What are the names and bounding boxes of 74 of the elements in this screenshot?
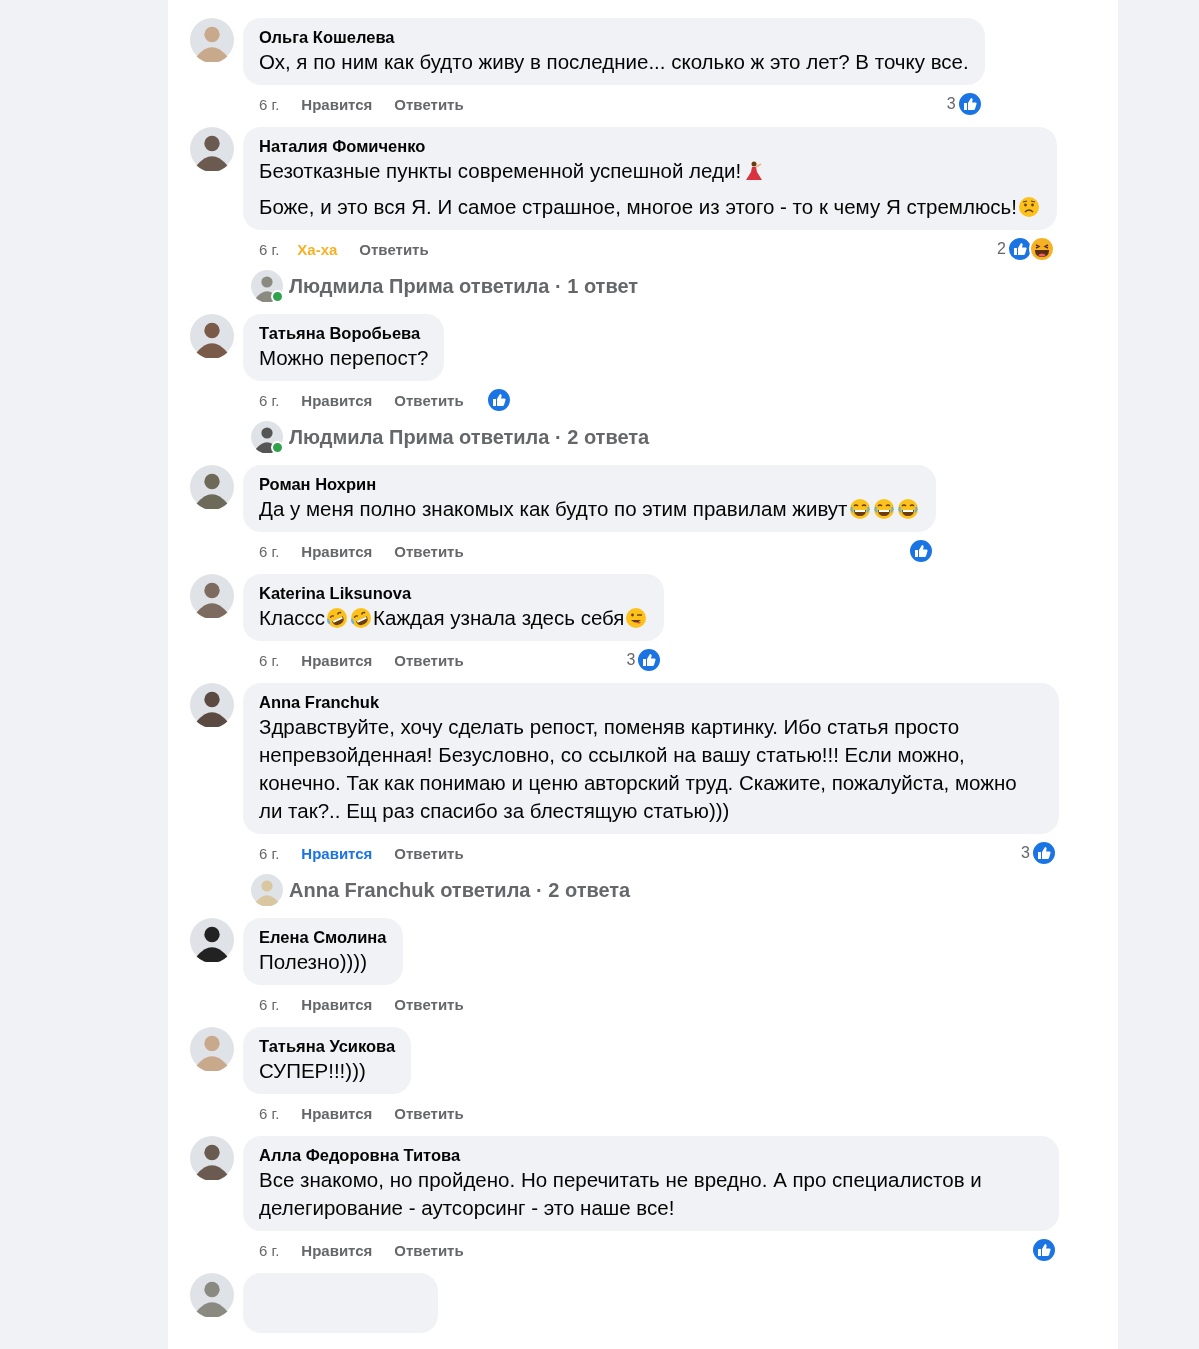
- comment-text: Ох, я по ним как будто живу в последние... сколько ж это лет? В точку все.: [259, 50, 969, 73]
- reaction-count[interactable]: 3: [946, 95, 956, 113]
- commenter-name[interactable]: Роман Нохрин: [259, 474, 920, 494]
- reply-link[interactable]: Ответить: [394, 1241, 464, 1259]
- like-icon: [485, 387, 512, 413]
- avatar[interactable]: [190, 314, 234, 358]
- avatar[interactable]: [190, 918, 234, 962]
- like-link[interactable]: Нравится: [301, 95, 373, 113]
- like-icon: [907, 538, 934, 564]
- comment-text: Классс: [259, 606, 326, 629]
- worried-emoji-icon: [1017, 196, 1040, 218]
- timestamp[interactable]: 6 г.: [259, 1104, 280, 1122]
- reaction-count[interactable]: 3: [626, 651, 636, 669]
- timestamp[interactable]: 6 г.: [259, 542, 280, 560]
- comment-text: Да у меня полно знакомых как будто по этим правилам живут: [259, 497, 848, 520]
- comment-text: СУПЕР!!!))): [259, 1059, 366, 1082]
- replies-link[interactable]: Anna Franchuk ответила · 2 ответа: [289, 878, 631, 902]
- like-link[interactable]: Нравится: [301, 1241, 373, 1259]
- reply-link[interactable]: Ответить: [359, 240, 429, 258]
- commenter-name[interactable]: Katerina Liksunova: [259, 583, 649, 603]
- reply-link[interactable]: Ответить: [394, 391, 464, 409]
- rolling-laughing-emoji-icon: [326, 607, 349, 629]
- like-icon: [956, 91, 983, 117]
- commenter-name[interactable]: Татьяна Воробьева: [259, 323, 429, 343]
- reaction-count[interactable]: 3: [1021, 844, 1030, 862]
- timestamp[interactable]: 6 г.: [259, 240, 280, 258]
- reply-link[interactable]: Ответить: [394, 1104, 464, 1122]
- commenter-name[interactable]: Елена Смолина: [259, 927, 387, 947]
- comment-text: Каждая узнала здесь себя: [373, 606, 625, 629]
- comment-text: Можно перепост?: [259, 346, 429, 369]
- like-icon: [636, 647, 663, 673]
- like-link[interactable]: Нравится: [301, 844, 373, 862]
- avatar[interactable]: [190, 127, 234, 171]
- commenter-name[interactable]: Наталия Фомиченко: [259, 136, 1041, 156]
- comment-text: Все знакомо, но пройдено. Но перечитать не вредно. А про специалистов и делегирование - аутсорсинг - это наше все!: [259, 1168, 982, 1219]
- commenter-name[interactable]: Алла Федоровна Титова: [259, 1145, 1043, 1165]
- comment-text: Безотказные пункты современной успешной леди!: [259, 159, 742, 182]
- like-link[interactable]: Нравится: [301, 542, 373, 560]
- timestamp[interactable]: 6 г.: [259, 651, 280, 669]
- timestamp[interactable]: 6 г.: [259, 1241, 280, 1259]
- timestamp[interactable]: 6 г.: [259, 95, 280, 113]
- tears-of-joy-emoji-icon: [848, 498, 871, 520]
- reply-link[interactable]: Ответить: [394, 542, 464, 560]
- rolling-laughing-emoji-icon: [350, 607, 373, 629]
- commenter-name[interactable]: Татьяна Усикова: [259, 1036, 396, 1056]
- tears-of-joy-emoji-icon: [896, 498, 919, 520]
- reply-link[interactable]: Ответить: [394, 651, 464, 669]
- comment-text: Здравствуйте, хочу сделать репост, поменяв картинку. Ибо статья просто непревзойденная! Безусловно, со ссылкой на вашу статью!!! Если можно, конечно. Так как понимаю и ценю авторский труд. Скажите, пожалуйста, можно ли так?.. Ещ раз спасибо за блестящую статью))): [259, 715, 1017, 822]
- commenter-name[interactable]: Anna Franchuk: [259, 692, 1043, 712]
- comment-text: Боже, и это вся Я. И самое страшное, многое из этого - то к чему Я стремлюсь!: [259, 195, 1017, 218]
- like-link[interactable]: Нравится: [301, 995, 373, 1013]
- avatar[interactable]: [190, 1136, 234, 1180]
- laughing-icon: [1028, 236, 1055, 262]
- like-link[interactable]: Нравится: [301, 651, 373, 669]
- timestamp[interactable]: 6 г.: [259, 844, 280, 862]
- avatar[interactable]: [190, 683, 234, 727]
- reply-link[interactable]: Ответить: [394, 95, 464, 113]
- tears-of-joy-emoji-icon: [872, 498, 895, 520]
- replies-link[interactable]: Людмила Прима ответила · 2 ответа: [289, 425, 650, 449]
- timestamp[interactable]: 6 г.: [259, 995, 280, 1013]
- like-icon: [1031, 840, 1057, 866]
- comment-text: Полезно)))): [259, 950, 368, 973]
- timestamp[interactable]: 6 г.: [259, 391, 280, 409]
- replies-link[interactable]: Людмила Прима ответила · 1 ответ: [289, 274, 639, 298]
- like-link[interactable]: Нравится: [301, 1104, 373, 1122]
- winking-emoji-icon: [625, 607, 648, 629]
- like-icon: [1031, 1237, 1057, 1263]
- reaction-count[interactable]: 2: [997, 240, 1006, 258]
- commenter-name[interactable]: Ольга Кошелева: [259, 27, 969, 47]
- avatar[interactable]: [251, 421, 283, 453]
- like-link[interactable]: Нравится: [301, 391, 373, 409]
- reply-link[interactable]: Ответить: [394, 995, 464, 1013]
- like-icon: [1006, 236, 1033, 262]
- reply-link[interactable]: Ответить: [394, 844, 464, 862]
